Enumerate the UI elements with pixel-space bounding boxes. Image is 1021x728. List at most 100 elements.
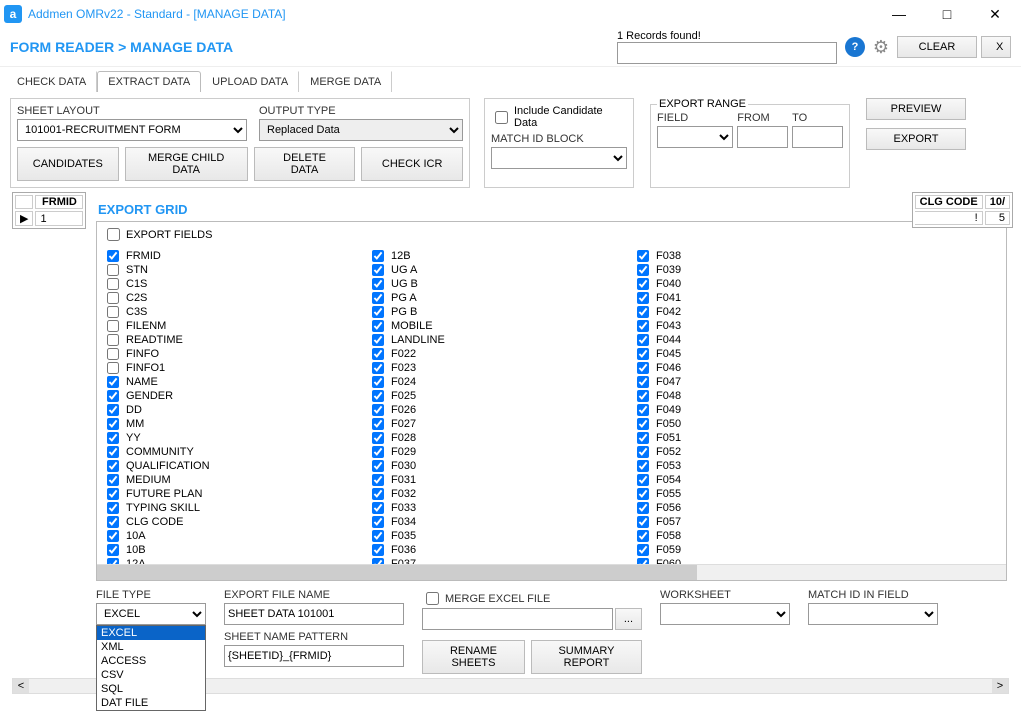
merge-child-data-button[interactable]: MERGE CHILD DATA	[125, 147, 248, 181]
minimize-button[interactable]: —	[885, 6, 913, 23]
field-checkbox[interactable]: F028	[368, 431, 628, 445]
sheet-layout-select[interactable]: 101001-RECRUITMENT FORM	[17, 119, 247, 141]
maximize-button[interactable]: □	[933, 6, 961, 23]
field-checkbox[interactable]: CLG CODE	[103, 515, 363, 529]
file-type-option[interactable]: ACCESS	[97, 654, 205, 668]
tab-upload-data[interactable]: UPLOAD DATA	[201, 71, 299, 92]
field-checkbox[interactable]: FINFO	[103, 347, 363, 361]
field-checkbox[interactable]: 10B	[103, 543, 363, 557]
field-checkbox[interactable]: F048	[633, 389, 893, 403]
field-checkbox[interactable]: COMMUNITY	[103, 445, 363, 459]
field-checkbox[interactable]: MM	[103, 417, 363, 431]
field-checkbox[interactable]: F058	[633, 529, 893, 543]
merge-excel-checkbox[interactable]	[426, 592, 439, 605]
field-checkbox[interactable]: FRMID	[103, 249, 363, 263]
file-type-option[interactable]: DAT FILE	[97, 696, 205, 710]
file-type-option[interactable]: SQL	[97, 682, 205, 696]
field-checkbox[interactable]: F027	[368, 417, 628, 431]
delete-data-button[interactable]: DELETE DATA	[254, 147, 356, 181]
clear-button[interactable]: CLEAR	[897, 36, 977, 58]
field-checkbox[interactable]: F043	[633, 319, 893, 333]
fields-horizontal-scrollbar[interactable]	[97, 564, 1006, 580]
field-checkbox[interactable]: 10A	[103, 529, 363, 543]
export-fields-toggle[interactable]	[107, 228, 120, 241]
export-file-name-input[interactable]	[224, 603, 404, 625]
field-checkbox[interactable]: YY	[103, 431, 363, 445]
field-checkbox[interactable]: FUTURE PLAN	[103, 487, 363, 501]
field-checkbox[interactable]: F054	[633, 473, 893, 487]
field-checkbox[interactable]: UG B	[368, 277, 628, 291]
field-checkbox[interactable]: QUALIFICATION	[103, 459, 363, 473]
field-checkbox[interactable]: C3S	[103, 305, 363, 319]
field-checkbox[interactable]: F047	[633, 375, 893, 389]
tab-merge-data[interactable]: MERGE DATA	[299, 71, 392, 92]
field-checkbox[interactable]: F050	[633, 417, 893, 431]
candidates-button[interactable]: CANDIDATES	[17, 147, 119, 181]
export-range-to-input[interactable]	[792, 126, 843, 148]
field-checkbox[interactable]: F042	[633, 305, 893, 319]
worksheet-select[interactable]	[660, 603, 790, 625]
file-type-option[interactable]: CSV	[97, 668, 205, 682]
check-icr-button[interactable]: CHECK ICR	[361, 147, 463, 181]
field-checkbox[interactable]: F049	[633, 403, 893, 417]
field-checkbox[interactable]: F057	[633, 515, 893, 529]
rename-sheets-button[interactable]: RENAME SHEETS	[422, 640, 525, 674]
field-checkbox[interactable]: F055	[633, 487, 893, 501]
field-checkbox[interactable]: F024	[368, 375, 628, 389]
match-id-block-select[interactable]	[491, 147, 627, 169]
file-type-select[interactable]: EXCEL	[96, 603, 206, 625]
x-button[interactable]: X	[981, 36, 1011, 58]
field-checkbox[interactable]: FILENM	[103, 319, 363, 333]
sheet-name-pattern-input[interactable]	[224, 645, 404, 667]
merge-excel-input[interactable]	[422, 608, 613, 630]
field-checkbox[interactable]: F030	[368, 459, 628, 473]
file-type-option[interactable]: XML	[97, 640, 205, 654]
field-checkbox[interactable]: F026	[368, 403, 628, 417]
summary-report-button[interactable]: SUMMARY REPORT	[531, 640, 642, 674]
field-checkbox[interactable]: F038	[633, 249, 893, 263]
field-checkbox[interactable]: F040	[633, 277, 893, 291]
field-checkbox[interactable]: F033	[368, 501, 628, 515]
export-range-from-input[interactable]	[737, 126, 788, 148]
field-checkbox[interactable]: F032	[368, 487, 628, 501]
match-id-field-select[interactable]	[808, 603, 938, 625]
field-checkbox[interactable]: MOBILE	[368, 319, 628, 333]
field-checkbox[interactable]: GENDER	[103, 389, 363, 403]
export-range-field-select[interactable]	[657, 126, 733, 148]
field-checkbox[interactable]: DD	[103, 403, 363, 417]
field-checkbox[interactable]: F029	[368, 445, 628, 459]
field-checkbox[interactable]: F056	[633, 501, 893, 515]
field-checkbox[interactable]: F039	[633, 263, 893, 277]
include-candidate-checkbox[interactable]	[495, 111, 508, 124]
tab-check-data[interactable]: CHECK DATA	[6, 71, 97, 92]
field-checkbox[interactable]: LANDLINE	[368, 333, 628, 347]
field-checkbox[interactable]: PG B	[368, 305, 628, 319]
field-checkbox[interactable]: READTIME	[103, 333, 363, 347]
field-checkbox[interactable]: F046	[633, 361, 893, 375]
field-checkbox[interactable]: TYPING SKILL	[103, 501, 363, 515]
export-button[interactable]: EXPORT	[866, 128, 966, 150]
field-checkbox[interactable]: F059	[633, 543, 893, 557]
field-checkbox[interactable]: F022	[368, 347, 628, 361]
tab-extract-data[interactable]: EXTRACT DATA	[97, 71, 201, 92]
field-checkbox[interactable]: NAME	[103, 375, 363, 389]
preview-button[interactable]: PREVIEW	[866, 98, 966, 120]
field-checkbox[interactable]: F051	[633, 431, 893, 445]
field-checkbox[interactable]: F036	[368, 543, 628, 557]
field-checkbox[interactable]: F031	[368, 473, 628, 487]
field-checkbox[interactable]: F037	[368, 557, 628, 564]
field-checkbox[interactable]: UG A	[368, 263, 628, 277]
field-checkbox[interactable]: F035	[368, 529, 628, 543]
field-checkbox[interactable]: 12B	[368, 249, 628, 263]
field-checkbox[interactable]: F025	[368, 389, 628, 403]
output-type-select[interactable]: Replaced Data	[259, 119, 463, 141]
field-checkbox[interactable]: F053	[633, 459, 893, 473]
field-checkbox[interactable]: 12A	[103, 557, 363, 564]
close-button[interactable]: ✕	[981, 6, 1009, 23]
field-checkbox[interactable]: PG A	[368, 291, 628, 305]
file-type-option[interactable]: EXCEL	[97, 626, 205, 640]
field-checkbox[interactable]: C1S	[103, 277, 363, 291]
field-checkbox[interactable]: F034	[368, 515, 628, 529]
field-checkbox[interactable]: FINFO1	[103, 361, 363, 375]
field-checkbox[interactable]: C2S	[103, 291, 363, 305]
